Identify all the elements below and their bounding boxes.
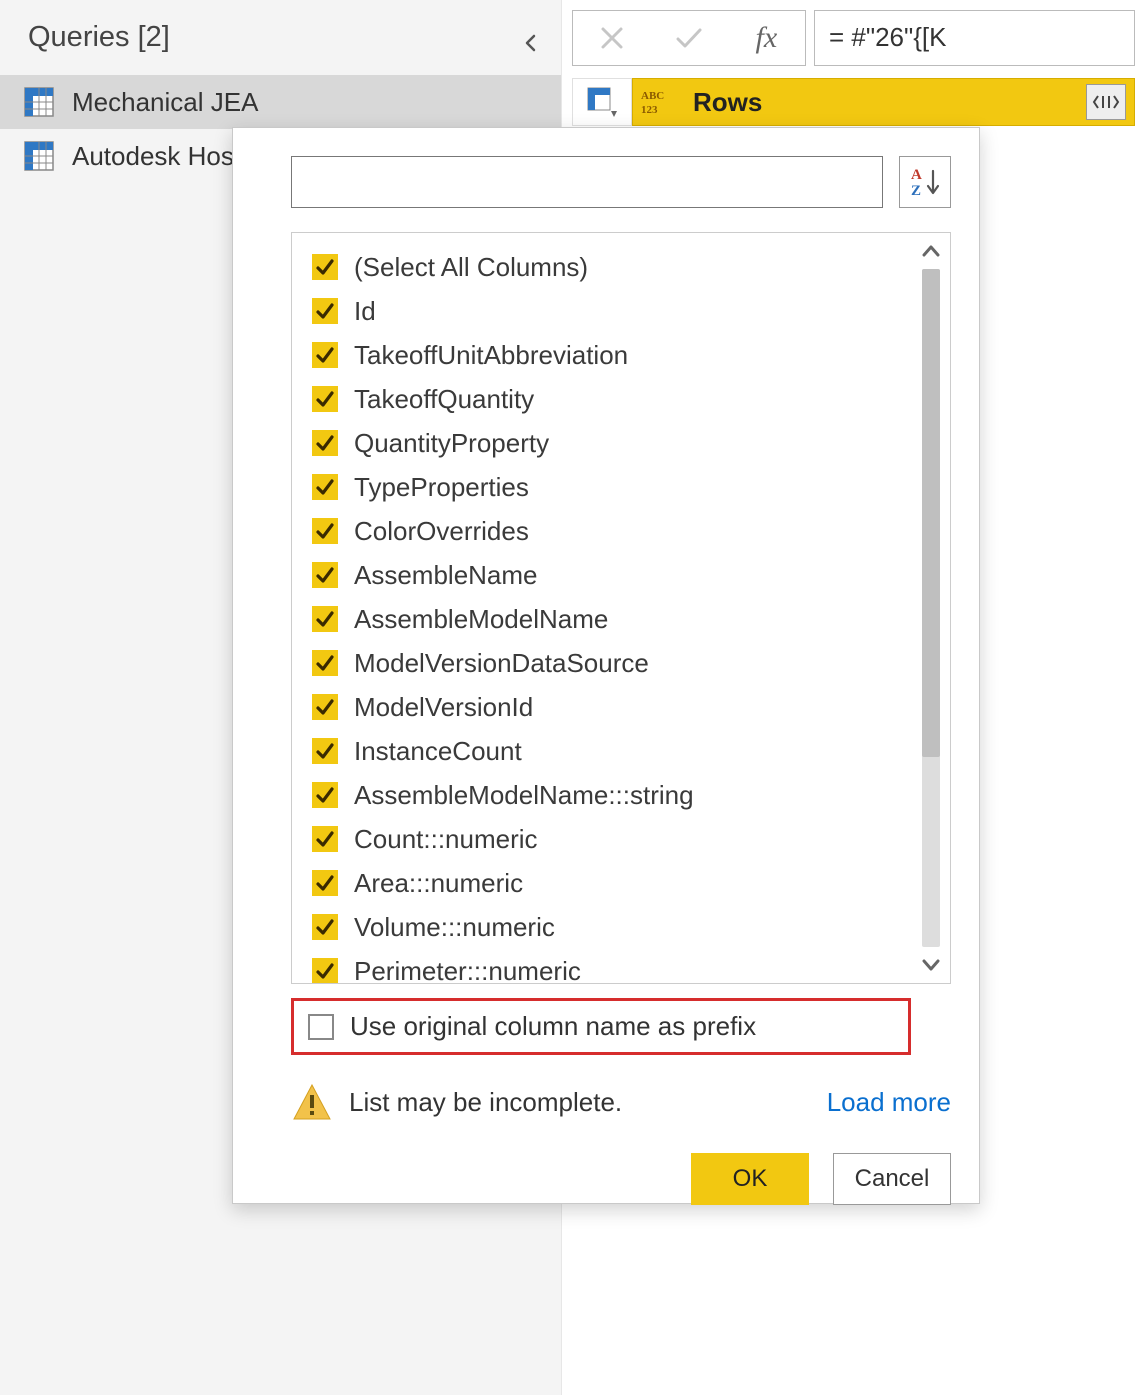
checkbox-checked-icon[interactable] [312, 298, 338, 324]
column-option-label: ModelVersionId [354, 692, 533, 723]
checkbox-checked-icon[interactable] [312, 694, 338, 720]
query-label: Mechanical JEA [72, 87, 258, 118]
checkbox-checked-icon[interactable] [312, 474, 338, 500]
column-option[interactable]: InstanceCount [312, 729, 904, 773]
column-option[interactable]: TakeoffQuantity [312, 377, 904, 421]
prefix-label: Use original column name as prefix [350, 1011, 756, 1042]
columns-scroll[interactable]: (Select All Columns) Id TakeoffUnitAbbrevi… [292, 233, 912, 983]
columns-list: (Select All Columns) Id TakeoffUnitAbbrevi… [291, 232, 951, 984]
load-more-link[interactable]: Load more [827, 1087, 951, 1118]
checkbox-checked-icon[interactable] [312, 650, 338, 676]
column-option-label: Count:::numeric [354, 824, 538, 855]
column-option-label: AssembleModelName:::string [354, 780, 694, 811]
table-icon [24, 87, 54, 117]
column-option-label: Id [354, 296, 376, 327]
ok-label: OK [733, 1165, 768, 1193]
column-option[interactable]: Count:::numeric [312, 817, 904, 861]
warning-icon [291, 1081, 333, 1123]
column-option-label: AssembleName [354, 560, 538, 591]
incomplete-warning: List may be incomplete. Load more [291, 1081, 951, 1123]
scroll-track[interactable] [922, 269, 940, 947]
queries-title: Queries [2] [28, 21, 170, 54]
column-option-label: TakeoffUnitAbbreviation [354, 340, 628, 371]
column-option[interactable]: ColorOverrides [312, 509, 904, 553]
checkbox-checked-icon[interactable] [312, 342, 338, 368]
column-option[interactable]: TakeoffUnitAbbreviation [312, 333, 904, 377]
warning-text: List may be incomplete. [349, 1087, 622, 1118]
svg-text:A: A [911, 167, 922, 183]
column-option-label: Area:::numeric [354, 868, 523, 899]
formula-input[interactable]: = #"26"{[K [814, 10, 1135, 66]
checkbox-checked-icon[interactable] [312, 826, 338, 852]
expand-columns-popup: A Z (Select All Columns) Id TakeoffUnitAbb… [232, 127, 980, 1204]
column-option[interactable]: AssembleModelName:::string [312, 773, 904, 817]
expand-column-icon[interactable] [1086, 84, 1126, 120]
checkbox-checked-icon[interactable] [312, 386, 338, 412]
cancel-formula-icon[interactable] [582, 11, 642, 65]
fx-icon[interactable]: fx [736, 11, 796, 65]
column-header-strip: ABC 123 Rows [572, 78, 1135, 126]
column-option-label: QuantityProperty [354, 428, 549, 459]
cancel-button[interactable]: Cancel [833, 1153, 951, 1205]
checkbox-checked-icon[interactable] [312, 738, 338, 764]
column-option[interactable]: Id [312, 289, 904, 333]
checkbox-checked-icon[interactable] [312, 606, 338, 632]
column-option[interactable]: (Select All Columns) [312, 245, 904, 289]
abc123-type-icon[interactable]: ABC 123 [637, 84, 681, 120]
column-option-label: ColorOverrides [354, 516, 529, 547]
column-option[interactable]: AssembleModelName [312, 597, 904, 641]
column-option-label: ModelVersionDataSource [354, 648, 649, 679]
scroll-down-icon[interactable] [919, 953, 943, 977]
scroll-up-icon[interactable] [919, 239, 943, 263]
svg-text:Z: Z [911, 183, 921, 199]
column-name: Rows [693, 87, 762, 118]
column-option[interactable]: QuantityProperty [312, 421, 904, 465]
column-option[interactable]: ModelVersionId [312, 685, 904, 729]
queries-header: Queries [2] [0, 0, 561, 75]
formula-text: = #"26"{[K [829, 22, 947, 53]
column-option-label: (Select All Columns) [354, 252, 588, 283]
svg-text:ABC: ABC [641, 90, 664, 102]
query-label: Autodesk Hos [72, 141, 234, 172]
column-option-label: TypeProperties [354, 472, 529, 503]
column-option-label: Perimeter:::numeric [354, 956, 581, 984]
column-option[interactable]: TypeProperties [312, 465, 904, 509]
checkbox-checked-icon[interactable] [312, 518, 338, 544]
column-option-label: TakeoffQuantity [354, 384, 534, 415]
query-item-mechanical-jea[interactable]: Mechanical JEA [0, 75, 561, 129]
formula-toolbar: fx = #"26"{[K [572, 0, 1135, 75]
ok-button[interactable]: OK [691, 1153, 809, 1205]
column-option[interactable]: Perimeter:::numeric [312, 949, 904, 983]
column-search-input[interactable] [291, 156, 883, 208]
column-option-label: Volume:::numeric [354, 912, 555, 943]
checkbox-checked-icon[interactable] [312, 870, 338, 896]
checkbox-checked-icon[interactable] [312, 562, 338, 588]
column-header-rows[interactable]: ABC 123 Rows [632, 78, 1135, 126]
collapse-queries-icon[interactable] [521, 28, 541, 48]
scrollbar[interactable] [912, 233, 950, 983]
column-option[interactable]: Volume:::numeric [312, 905, 904, 949]
cancel-label: Cancel [855, 1165, 930, 1193]
checkbox-checked-icon[interactable] [312, 782, 338, 808]
checkbox-checked-icon[interactable] [312, 914, 338, 940]
checkbox-checked-icon[interactable] [312, 430, 338, 456]
table-options-button[interactable] [572, 78, 632, 126]
svg-text:123: 123 [641, 104, 658, 116]
formula-controls: fx [572, 10, 806, 66]
prefix-checkbox[interactable] [308, 1014, 334, 1040]
accept-formula-icon[interactable] [659, 11, 719, 65]
checkbox-checked-icon[interactable] [312, 958, 338, 983]
checkbox-checked-icon[interactable] [312, 254, 338, 280]
sort-az-button[interactable]: A Z [899, 156, 951, 208]
use-original-prefix-option[interactable]: Use original column name as prefix [291, 998, 911, 1055]
column-option[interactable]: ModelVersionDataSource [312, 641, 904, 685]
scroll-thumb[interactable] [922, 269, 940, 757]
column-option[interactable]: Area:::numeric [312, 861, 904, 905]
column-option-label: AssembleModelName [354, 604, 608, 635]
table-icon [24, 141, 54, 171]
column-option[interactable]: AssembleName [312, 553, 904, 597]
column-option-label: InstanceCount [354, 736, 522, 767]
